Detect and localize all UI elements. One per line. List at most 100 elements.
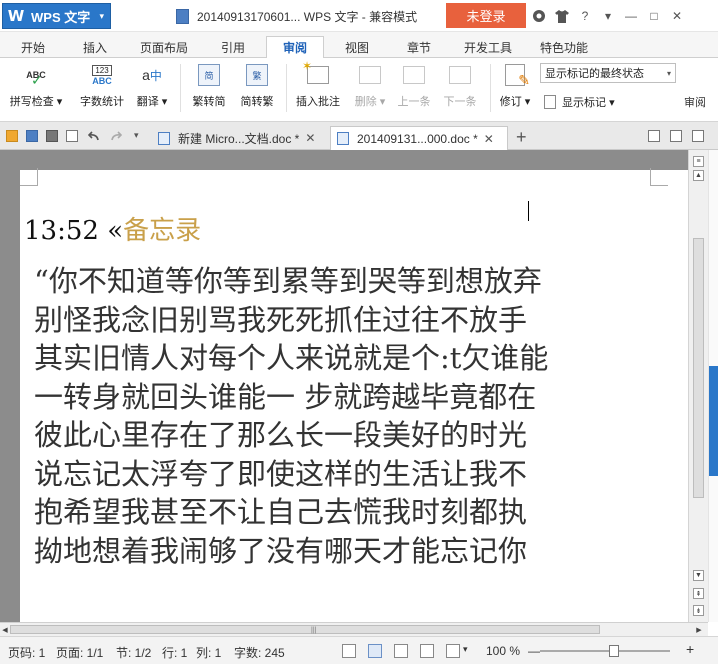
traditional-to-simplified-button[interactable]: 简 繁转简 [186,62,232,116]
spell-check-button[interactable]: ABC ✓ 拼写检查 ▾ [6,62,66,116]
skin-icon[interactable] [530,7,548,25]
status-bar: 页码: 1 页面: 1/1 节: 1/2 行: 1 列: 1 字数: 245 ▾… [0,636,718,664]
page-number: 页码: 1 [8,646,46,660]
document-tab-active[interactable]: 20140913​1...000.doc * ✕ [330,126,508,150]
document-icon [176,9,189,24]
delete-comment-icon [359,66,381,84]
minimize-icon[interactable]: — [622,7,640,25]
chevron-down-icon: ▾ [666,68,671,78]
title-bar: W WPS 文字 ▾ 20140913170601... WPS 文字 - 兼容… [0,0,718,32]
text-line: “你不知道等你等到累等到哭等到想放弃 [34,264,542,298]
scroll-right-icon[interactable]: ▶ [694,625,704,635]
save-icon[interactable] [26,130,38,142]
horizontal-scroll-thumb[interactable]: ||| [10,625,600,634]
new-tab-icon[interactable]: + [516,127,527,148]
markup-display-select[interactable]: 显示标记的最终状态 ▾ [540,63,676,83]
tab-references[interactable]: 引用 [208,36,258,58]
web-view-icon[interactable] [420,644,434,658]
zoom-level: 100 % [486,644,521,658]
document-icon [337,132,349,145]
insert-comment-button[interactable]: 插入批注 [292,59,344,116]
spell-check-icon: ABC ✓ [26,70,46,88]
text-cursor [528,201,529,221]
previous-comment-icon [403,66,425,84]
tab-insert[interactable]: 插入 [70,36,120,58]
undo-icon[interactable] [87,130,100,142]
ribbon-toolbar: ABC ✓ 拼写检查 ▾ 123 ABC 字数统计 a 中 翻译 ▾ 简 繁转简… [0,58,718,122]
memo-heading: 13:52 «备忘录 [24,216,202,246]
translate-icon: a 中 [142,67,162,83]
tab-developer[interactable]: 开发工具 [456,36,520,58]
insert-comment-icon [302,59,329,84]
page-count: 页面: 1/1 [56,646,104,660]
scroll-thumb[interactable] [693,238,704,498]
side-panel-toggle[interactable] [709,366,718,476]
menu-caret-icon[interactable]: ▾ [599,7,617,25]
document-body[interactable]: “你不知道等你等到累等到哭等到想放弃 别怪我念旧别骂我死死抓住过往不放手 其实旧… [34,262,684,570]
print-icon[interactable] [46,130,58,142]
maximize-icon[interactable]: □ [645,7,663,25]
full-screen-icon[interactable] [342,644,356,658]
tab-review[interactable]: 审阅 [266,36,324,58]
vertical-scrollbar[interactable]: ≡ ▲ ▼ ⇞ ⇟ [688,150,708,622]
reading-view-icon[interactable] [446,644,460,658]
page-down-icon[interactable]: ⇟ [693,605,704,616]
delete-comment-button[interactable]: 删除 ▾ [350,62,390,116]
track-changes-button[interactable]: 修订 ▾ [496,62,534,116]
page-up-icon[interactable]: ⇞ [693,588,704,599]
zoom-in-icon[interactable]: + [686,641,694,657]
scroll-down-icon[interactable]: ▼ [693,570,704,581]
layout-icon[interactable] [670,130,682,142]
translate-button[interactable]: a 中 翻译 ▾ [132,62,172,116]
row-indicator: 行: 1 [162,646,188,660]
text-line: 拗地想着我闹够了没有哪天才能忘记你 [34,533,528,568]
window-list-icon[interactable] [648,130,660,142]
horizontal-scrollbar[interactable]: ◀ ||| ▶ [0,622,708,636]
redo-icon[interactable] [110,130,123,142]
tab-view[interactable]: 视图 [332,36,382,58]
scroll-up-icon[interactable]: ▲ [693,170,704,181]
document-area[interactable]: 13:52 «备忘录 “你不知道等你等到累等到哭等到想放弃 别怪我念旧别骂我死死… [0,150,708,622]
zoom-slider-thumb[interactable] [609,645,619,657]
close-tab-icon[interactable]: ✕ [305,131,315,145]
zoom-slider[interactable] [540,650,670,652]
window-title-text: 20140913170601... WPS 文字 - 兼容模式 [197,10,418,24]
show-markup-button[interactable]: 显示标记 ▾ [544,94,615,110]
page-view-icon[interactable] [368,644,382,658]
ribbon-separator [180,64,181,112]
scroll-grip-icon[interactable]: ≡ [693,156,704,167]
quick-access-more-icon[interactable]: ▾ [134,130,146,142]
document-tab[interactable]: 新建 Micro...文档.doc * ✕ [152,126,328,150]
document-page[interactable]: 13:52 «备忘录 “你不知道等你等到累等到哭等到想放弃 别怪我念旧别骂我死死… [20,168,688,622]
text-line: 别怪我念旧别骂我死死抓住过往不放手 [34,302,528,337]
section-indicator: 节: 1/2 [116,646,152,660]
print-preview-icon[interactable] [66,130,78,142]
close-tab-icon[interactable]: ✕ [484,132,494,146]
review-more-label[interactable]: 审阅 [684,94,706,110]
outline-view-icon[interactable] [394,644,408,658]
zoom-out-icon[interactable]: — [528,644,540,658]
tab-home[interactable]: 开始 [8,36,58,58]
next-comment-button[interactable]: 下一条 [440,62,480,116]
tab-chapter[interactable]: 章节 [394,36,444,58]
tab-special[interactable]: 特色功能 [532,36,596,58]
word-count-icon: 123 ABC [92,64,112,86]
window-title: 20140913170601... WPS 文字 - 兼容模式 [176,8,417,25]
close-icon[interactable]: ✕ [668,7,686,25]
scroll-left-icon[interactable]: ◀ [0,625,10,635]
ribbon-tabs: 开始 插入 页面布局 引用 审阅 视图 章节 开发工具 特色功能 [0,32,718,58]
open-folder-icon[interactable] [6,130,18,142]
simplified-to-traditional-button[interactable]: 繁 简转繁 [234,62,280,116]
view-menu-caret-icon[interactable]: ▾ [463,644,468,655]
track-changes-icon [505,64,530,89]
document-icon [158,131,170,145]
tab-page-layout[interactable]: 页面布局 [130,36,198,58]
help-icon[interactable]: ? [576,7,594,25]
text-line: 说忘记太浮夸了即使这样的生活让我不 [34,456,528,491]
login-button[interactable]: 未登录 [446,3,526,28]
word-count-button[interactable]: 123 ABC 字数统计 [74,62,130,116]
shirt-icon[interactable] [553,7,571,25]
app-menu-button[interactable]: W WPS 文字 ▾ [2,3,111,29]
previous-comment-button[interactable]: 上一条 [394,62,434,116]
more-options-icon[interactable] [692,130,704,142]
